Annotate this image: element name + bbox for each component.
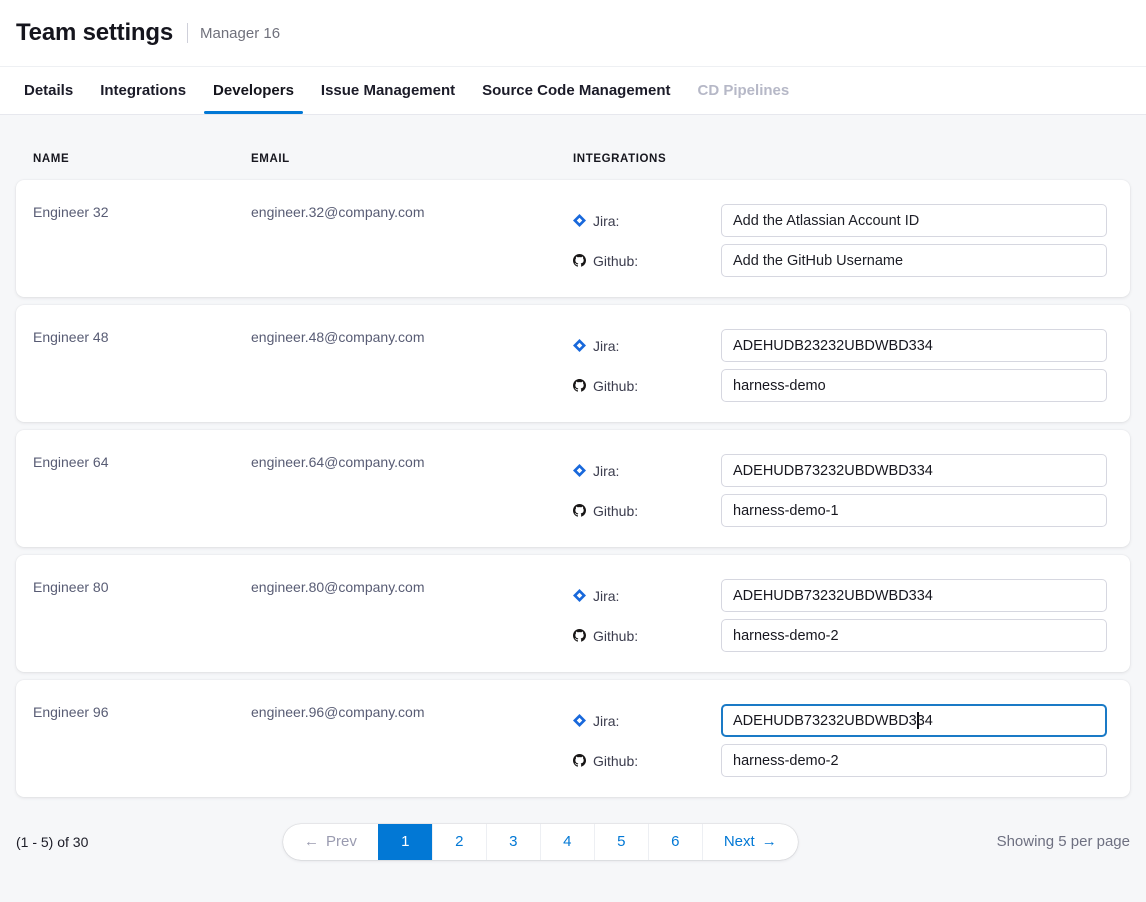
github-label: Github:: [593, 253, 638, 269]
developer-email: engineer.96@company.com: [251, 704, 573, 797]
table-row: Engineer 32 engineer.32@company.com Jira…: [16, 180, 1130, 297]
developer-name: Engineer 96: [33, 704, 251, 797]
github-username-input[interactable]: [721, 369, 1107, 402]
pager: ←Prev 1 2 3 4 5 6 Next→: [283, 824, 798, 860]
text-caret: [917, 712, 919, 729]
jira-icon: [573, 714, 586, 727]
per-page-label: Showing 5 per page: [997, 824, 1130, 860]
left-arrow-icon: ←: [304, 833, 319, 850]
github-username-input[interactable]: [721, 744, 1107, 777]
right-arrow-icon: →: [762, 833, 777, 850]
jira-icon: [573, 589, 586, 602]
table-row: Engineer 64 engineer.64@company.com Jira…: [16, 430, 1130, 547]
github-icon: [573, 254, 586, 267]
github-icon: [573, 504, 586, 517]
page-button-2[interactable]: 2: [432, 824, 486, 860]
github-label: Github:: [593, 503, 638, 519]
developer-name: Engineer 64: [33, 454, 251, 547]
page-header: Team settings Manager 16: [0, 0, 1146, 66]
jira-icon: [573, 464, 586, 477]
developer-name: Engineer 48: [33, 329, 251, 422]
github-label: Github:: [593, 378, 638, 394]
developers-panel: NAME EMAIL INTEGRATIONS Engineer 32 engi…: [0, 115, 1146, 860]
tab-developers[interactable]: Developers: [213, 67, 294, 114]
tab-integrations[interactable]: Integrations: [100, 67, 186, 114]
page-button-6[interactable]: 6: [648, 824, 702, 860]
github-username-input[interactable]: [721, 619, 1107, 652]
jira-icon: [573, 214, 586, 227]
column-header-name: NAME: [33, 153, 251, 165]
prev-page-button: ←Prev: [283, 824, 378, 860]
tab-details[interactable]: Details: [24, 67, 73, 114]
github-icon: [573, 379, 586, 392]
jira-label: Jira:: [593, 338, 619, 354]
column-header-integrations: INTEGRATIONS: [573, 153, 1107, 165]
page-subtitle: Manager 16: [200, 25, 280, 42]
tab-issue-management[interactable]: Issue Management: [321, 67, 455, 114]
developer-email: engineer.32@company.com: [251, 204, 573, 297]
pagination-range-label: (1 - 5) of 30: [16, 824, 88, 860]
developer-name: Engineer 32: [33, 204, 251, 297]
page-button-4[interactable]: 4: [540, 824, 594, 860]
github-username-input[interactable]: [721, 244, 1107, 277]
table-header-row: NAME EMAIL INTEGRATIONS: [16, 115, 1130, 180]
jira-label: Jira:: [593, 588, 619, 604]
pagination-bar: (1 - 5) of 30 ←Prev 1 2 3 4 5 6 Next→ Sh…: [16, 824, 1130, 860]
page-title: Team settings: [16, 19, 173, 47]
github-label: Github:: [593, 628, 638, 644]
table-row: Engineer 48 engineer.48@company.com Jira…: [16, 305, 1130, 422]
jira-account-input[interactable]: [721, 454, 1107, 487]
developer-email: engineer.48@company.com: [251, 329, 573, 422]
table-row: Engineer 96 engineer.96@company.com Jira…: [16, 680, 1130, 797]
github-label: Github:: [593, 753, 638, 769]
tab-source-code-management[interactable]: Source Code Management: [482, 67, 670, 114]
github-username-input[interactable]: [721, 494, 1107, 527]
developer-email: engineer.80@company.com: [251, 579, 573, 672]
jira-label: Jira:: [593, 463, 619, 479]
jira-account-input[interactable]: [721, 579, 1107, 612]
page-button-5[interactable]: 5: [594, 824, 648, 860]
table-row: Engineer 80 engineer.80@company.com Jira…: [16, 555, 1130, 672]
github-icon: [573, 754, 586, 767]
jira-label: Jira:: [593, 213, 619, 229]
github-icon: [573, 629, 586, 642]
page-button-3[interactable]: 3: [486, 824, 540, 860]
jira-account-input[interactable]: [721, 204, 1107, 237]
tab-bar: Details Integrations Developers Issue Ma…: [0, 66, 1146, 115]
next-page-button[interactable]: Next→: [702, 824, 798, 860]
developer-name: Engineer 80: [33, 579, 251, 672]
title-divider: [187, 23, 188, 43]
developer-email: engineer.64@company.com: [251, 454, 573, 547]
jira-label: Jira:: [593, 713, 619, 729]
jira-icon: [573, 339, 586, 352]
jira-account-input-focused[interactable]: [721, 704, 1107, 737]
tab-cd-pipelines: CD Pipelines: [698, 67, 790, 114]
jira-account-input[interactable]: [721, 329, 1107, 362]
page-button-1[interactable]: 1: [378, 824, 432, 860]
column-header-email: EMAIL: [251, 153, 573, 165]
